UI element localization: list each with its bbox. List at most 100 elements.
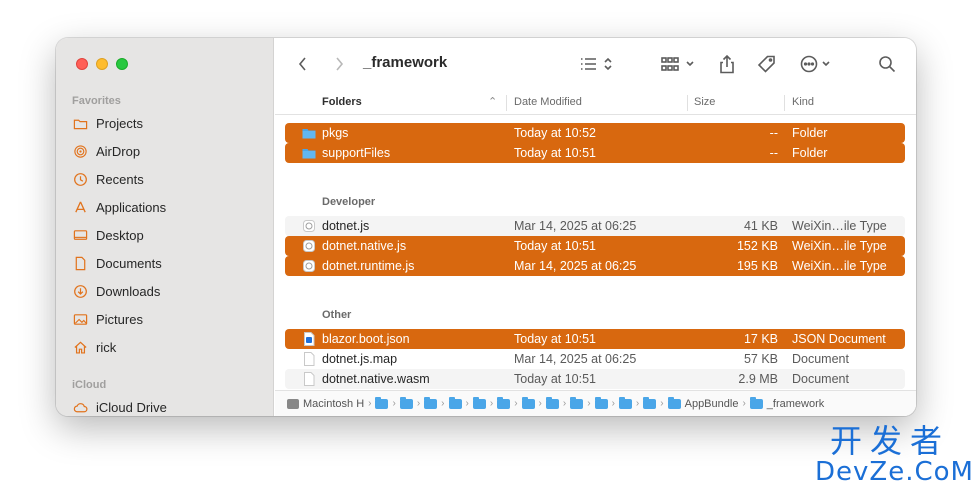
folder-icon <box>302 129 316 139</box>
finder-window: Favorites Projects AirDrop Recents Appli… <box>56 38 916 416</box>
path-appbundle[interactable]: AppBundle <box>685 398 739 410</box>
sidebar-item-desktop[interactable]: Desktop <box>72 224 144 246</box>
file-row-blazor-boot-json[interactable]: blazor.boot.json Today at 10:51 17 KB JS… <box>285 329 905 349</box>
chevron-right-icon: › <box>514 398 518 409</box>
file-date: Mar 14, 2025 at 06:25 <box>514 352 637 366</box>
sidebar-item-label: AirDrop <box>96 143 141 159</box>
file-size: -- <box>769 126 778 140</box>
zoom-button[interactable] <box>116 58 128 70</box>
column-separator <box>784 95 785 111</box>
file-kind: Folder <box>792 126 828 140</box>
file-kind: JSON Document <box>792 332 886 346</box>
chevron-right-icon: › <box>742 398 746 409</box>
file-row-dotnet-native-js[interactable]: dotnet.native.js Today at 10:51 152 KB W… <box>285 236 905 256</box>
file-row-dotnet-js[interactable]: dotnet.js Mar 14, 2025 at 06:25 41 KB We… <box>285 216 905 236</box>
path-current[interactable]: _framework <box>767 398 824 410</box>
sidebar-item-pictures[interactable]: Pictures <box>72 308 143 330</box>
sidebar-item-label: Downloads <box>96 283 161 299</box>
file-date: Mar 14, 2025 at 06:25 <box>514 259 637 273</box>
sidebar-item-projects[interactable]: Projects <box>72 112 143 134</box>
minimize-button[interactable] <box>96 58 108 70</box>
folder-icon <box>667 396 681 409</box>
file-row-dotnet-js-map[interactable]: dotnet.js.map Mar 14, 2025 at 06:25 57 K… <box>285 349 905 369</box>
file-name: dotnet.js <box>322 219 370 233</box>
group-title-other: Other <box>322 309 352 321</box>
folder-icon[interactable] <box>618 396 632 409</box>
file-kind: Document <box>792 372 849 386</box>
chevron-right-icon: › <box>660 398 664 409</box>
file-row-supportfiles[interactable]: supportFiles Today at 10:51 -- Folder <box>285 143 905 163</box>
folder-icon[interactable] <box>448 396 462 409</box>
view-mode-button[interactable] <box>577 52 617 76</box>
file-name: dotnet.native.wasm <box>322 372 430 386</box>
column-name[interactable]: Folders <box>322 96 362 108</box>
pictures-icon <box>72 311 88 327</box>
folder-icon[interactable] <box>375 396 389 409</box>
sidebar-item-downloads[interactable]: Downloads <box>72 280 160 302</box>
sidebar-section-favorites: Favorites <box>72 95 121 107</box>
folder-icon[interactable] <box>643 396 657 409</box>
folder-icon[interactable] <box>545 396 559 409</box>
column-size[interactable]: Size <box>694 96 715 108</box>
file-kind: WeiXin…ile Type <box>792 219 887 233</box>
column-separator <box>687 95 688 111</box>
script-file-icon <box>303 240 315 252</box>
sidebar-item-applications[interactable]: Applications <box>72 196 166 218</box>
chevron-right-icon: › <box>538 398 542 409</box>
sort-ascending-icon: ⌃ <box>488 96 498 108</box>
chevron-right-icon: › <box>392 398 396 409</box>
action-button[interactable] <box>797 52 837 76</box>
folder-icon[interactable] <box>424 396 438 409</box>
file-date: Today at 10:51 <box>514 146 597 160</box>
desktop-icon <box>72 227 88 243</box>
file-kind: Folder <box>792 146 828 160</box>
search-icon <box>879 56 896 73</box>
sidebar-item-documents[interactable]: Documents <box>72 252 162 274</box>
chevron-right-icon: › <box>587 398 591 409</box>
file-name: pkgs <box>322 126 349 140</box>
back-button[interactable] <box>293 52 313 76</box>
sidebar-item-recents[interactable]: Recents <box>72 168 144 190</box>
file-date: Today at 10:52 <box>514 126 597 140</box>
search-button[interactable] <box>875 52 899 76</box>
chevron-right-icon: › <box>562 398 567 409</box>
folder-icon[interactable] <box>570 396 584 409</box>
forward-button[interactable] <box>329 52 349 76</box>
file-name: dotnet.native.js <box>322 239 407 253</box>
chevron-right-icon: › <box>441 398 445 409</box>
chevron-right-icon: › <box>489 398 494 409</box>
close-button[interactable] <box>76 58 88 70</box>
list-view-icon <box>581 57 612 71</box>
file-row-dotnet-runtime-js[interactable]: dotnet.runtime.js Mar 14, 2025 at 06:25 … <box>285 256 905 276</box>
share-button[interactable] <box>717 52 737 76</box>
file-size: 41 KB <box>743 219 778 233</box>
file-size: 17 KB <box>743 332 778 346</box>
sidebar-section-icloud: iCloud <box>72 379 107 391</box>
file-row-pkgs[interactable]: pkgs Today at 10:52 -- Folder <box>285 123 905 143</box>
path-root[interactable]: Macintosh H <box>303 398 364 410</box>
column-date-modified[interactable]: Date Modified <box>514 96 582 108</box>
path-bar: Macintosh H › › › › › › › › › › › › › Ap… <box>275 390 916 416</box>
sidebar-item-rick[interactable]: rick <box>72 336 116 358</box>
folder-icon[interactable] <box>521 396 535 409</box>
folder-icon[interactable] <box>472 396 486 409</box>
folder-icon[interactable] <box>497 396 511 409</box>
tag-button[interactable] <box>755 52 779 76</box>
sidebar-item-icloud-drive[interactable]: iCloud Drive <box>72 396 167 416</box>
column-kind[interactable]: Kind <box>792 96 814 108</box>
sidebar-item-airdrop[interactable]: AirDrop <box>72 140 140 162</box>
sidebar: Favorites Projects AirDrop Recents Appli… <box>56 38 274 416</box>
folder-icon[interactable] <box>399 396 413 409</box>
sidebar-item-label: Recents <box>96 171 144 187</box>
file-row-dotnet-native-wasm[interactable]: dotnet.native.wasm Today at 10:51 2.9 MB… <box>285 369 905 389</box>
file-date: Today at 10:51 <box>514 239 597 253</box>
sidebar-item-label: rick <box>96 339 117 355</box>
script-file-icon <box>303 220 315 232</box>
folder-icon[interactable] <box>594 396 608 409</box>
group-button[interactable] <box>659 52 699 76</box>
file-kind: WeiXin…ile Type <box>792 239 887 253</box>
disk-icon <box>287 398 299 409</box>
grid-icon <box>661 57 694 71</box>
toolbar: _framework <box>275 38 916 90</box>
file-name: dotnet.runtime.js <box>322 259 415 273</box>
